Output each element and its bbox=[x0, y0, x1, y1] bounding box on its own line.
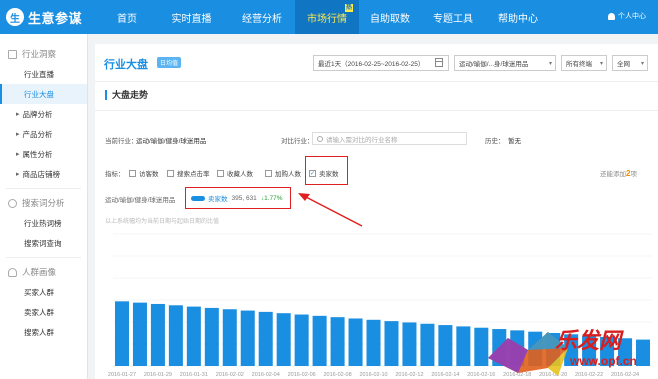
sidebar: 行业洞察 行业直播 行业大盘 品牌分析 产品分析 属性分析 商品店铺榜 搜索词分… bbox=[0, 34, 88, 379]
bar[interactable] bbox=[204, 307, 219, 366]
sidebar-item-searchers[interactable]: 搜索人群 bbox=[0, 322, 87, 342]
logo-icon: 生 bbox=[6, 8, 24, 26]
sidebar-group-industry: 行业洞察 bbox=[0, 44, 87, 64]
nav-market[interactable]: 市场行情热 bbox=[295, 0, 359, 34]
x-tick-label: 2016-01-31 bbox=[180, 372, 208, 378]
nav-tools[interactable]: 专题工具 bbox=[421, 0, 485, 34]
bar[interactable] bbox=[456, 326, 471, 366]
checkbox[interactable] bbox=[129, 169, 136, 177]
bar[interactable] bbox=[420, 323, 435, 366]
bar[interactable] bbox=[258, 311, 273, 366]
bar[interactable] bbox=[438, 325, 453, 366]
metric-favorites[interactable]: 收藏人数 bbox=[217, 168, 253, 178]
nav-live[interactable]: 实时直播 bbox=[154, 0, 229, 34]
checkbox[interactable] bbox=[167, 169, 174, 177]
terminal-select[interactable]: 所有终端 ▾ bbox=[561, 55, 607, 71]
bar[interactable] bbox=[222, 309, 237, 366]
section-title: 大盘走势 bbox=[105, 90, 148, 100]
x-tick-label: 2016-02-06 bbox=[288, 372, 316, 378]
nav-operations[interactable]: 经营分析 bbox=[229, 0, 295, 34]
x-tick-label: 2016-01-29 bbox=[144, 372, 172, 378]
checkbox[interactable] bbox=[265, 169, 272, 177]
bar[interactable] bbox=[384, 321, 399, 366]
calendar-icon[interactable] bbox=[435, 58, 443, 67]
chevron-down-icon: ▾ bbox=[599, 60, 603, 67]
sidebar-item-industry-market[interactable]: 行业大盘 bbox=[0, 84, 87, 104]
metric-add-cart[interactable]: 加购人数 bbox=[265, 168, 301, 178]
user-center[interactable]: 个人中心 bbox=[608, 11, 646, 21]
bar[interactable] bbox=[294, 314, 309, 366]
eye-icon bbox=[8, 198, 17, 208]
nav-help[interactable]: 帮助中心 bbox=[485, 0, 551, 34]
x-tick-label: 2016-02-12 bbox=[395, 372, 423, 378]
chevron-down-icon: ▾ bbox=[548, 60, 552, 67]
hot-badge: 热 bbox=[344, 4, 353, 12]
sidebar-item-attribute[interactable]: 属性分析 bbox=[0, 144, 87, 164]
more-metrics-hint: 还能添加2项 bbox=[600, 169, 637, 178]
x-tick-label: 2016-02-08 bbox=[324, 372, 352, 378]
legend-category: 运动/瑜伽/健身/球迷用品 bbox=[105, 197, 176, 204]
sidebar-group-search: 搜索词分析 bbox=[0, 193, 87, 213]
chevron-down-icon: ▾ bbox=[640, 60, 644, 67]
title-row: 行业大盘 日均值 最近1天（2016-02-25~2016-02-25） 运动/… bbox=[95, 44, 658, 82]
note-text: 以上系统幅均为当前日期与起始日期的比值 bbox=[105, 219, 220, 225]
bar[interactable] bbox=[186, 306, 201, 366]
metric-visitors[interactable]: 访客数 bbox=[129, 168, 159, 178]
daily-avg-badge: 日均值 bbox=[157, 57, 182, 68]
watermark-text: 乐发网 bbox=[555, 328, 622, 354]
compare-industry-input[interactable]: 请输入需对比的行业名称 bbox=[312, 132, 467, 145]
nav-home[interactable]: 首页 bbox=[100, 0, 154, 34]
history-label: 历史： bbox=[485, 138, 505, 145]
bar[interactable] bbox=[402, 322, 417, 366]
sidebar-item-product[interactable]: 产品分析 bbox=[0, 124, 87, 144]
x-tick-label: 2016-01-27 bbox=[108, 372, 136, 378]
sidebar-item-industry-live[interactable]: 行业直播 bbox=[0, 64, 87, 84]
grid-icon bbox=[8, 49, 17, 59]
x-tick-label: 2016-02-10 bbox=[359, 372, 387, 378]
bar[interactable] bbox=[150, 303, 165, 366]
x-tick-label: 2016-02-04 bbox=[252, 372, 280, 378]
bar[interactable] bbox=[168, 305, 183, 366]
sidebar-item-sellers[interactable]: 卖家人群 bbox=[0, 302, 87, 322]
x-tick-label: 2016-02-02 bbox=[216, 372, 244, 378]
sidebar-item-buyers[interactable]: 买家人群 bbox=[0, 282, 87, 302]
bar[interactable] bbox=[366, 319, 381, 366]
user-icon bbox=[608, 12, 615, 20]
page-title: 行业大盘 bbox=[104, 59, 148, 71]
watermark-url: www.opf.cn bbox=[570, 354, 637, 368]
highlight-box-legend bbox=[185, 187, 291, 209]
bar[interactable] bbox=[132, 302, 147, 366]
highlight-box-metric bbox=[305, 156, 348, 185]
app-name: 生意参谋 bbox=[28, 10, 83, 26]
checkbox[interactable] bbox=[217, 169, 224, 177]
bar[interactable] bbox=[348, 318, 363, 366]
x-tick-label: 2016-02-14 bbox=[431, 372, 459, 378]
nav-items: 首页 实时直播 经营分析 市场行情热 自助取数 专题工具 帮助中心 bbox=[100, 0, 551, 34]
metrics-label: 指标： bbox=[105, 171, 125, 178]
category-select[interactable]: 运动/瑜伽/...身/球迷用品 ▾ bbox=[454, 55, 556, 71]
logo[interactable]: 生 生意参谋 bbox=[0, 8, 100, 27]
bar[interactable] bbox=[276, 313, 291, 366]
current-industry-value: 运动/瑜伽/健身/球迷用品 bbox=[136, 138, 207, 145]
current-industry-label: 当前行业： bbox=[105, 138, 138, 145]
bar[interactable] bbox=[114, 301, 129, 366]
region-select[interactable]: 全网 ▾ bbox=[612, 55, 648, 71]
sidebar-item-brand[interactable]: 品牌分析 bbox=[0, 104, 87, 124]
people-icon bbox=[8, 267, 17, 277]
search-icon bbox=[317, 135, 323, 142]
bar[interactable] bbox=[312, 315, 327, 366]
sidebar-item-search-query[interactable]: 搜索词查询 bbox=[0, 233, 87, 253]
metric-search-ctr[interactable]: 搜索点击率 bbox=[167, 168, 210, 178]
history-value: 暂无 bbox=[508, 138, 521, 145]
sidebar-item-hot-words[interactable]: 行业热词榜 bbox=[0, 213, 87, 233]
bar[interactable] bbox=[240, 310, 255, 366]
date-range-select[interactable]: 最近1天（2016-02-25~2016-02-25） bbox=[313, 55, 449, 71]
sidebar-item-shop-rank[interactable]: 商品店铺榜 bbox=[0, 164, 87, 184]
sidebar-group-crowd: 人群画像 bbox=[0, 262, 87, 282]
top-nav: 生 生意参谋 首页 实时直播 经营分析 市场行情热 自助取数 专题工具 帮助中心… bbox=[0, 0, 658, 34]
compare-industry-label: 对比行业： bbox=[281, 138, 314, 145]
nav-self-service[interactable]: 自助取数 bbox=[359, 0, 421, 34]
bar[interactable] bbox=[330, 317, 345, 366]
